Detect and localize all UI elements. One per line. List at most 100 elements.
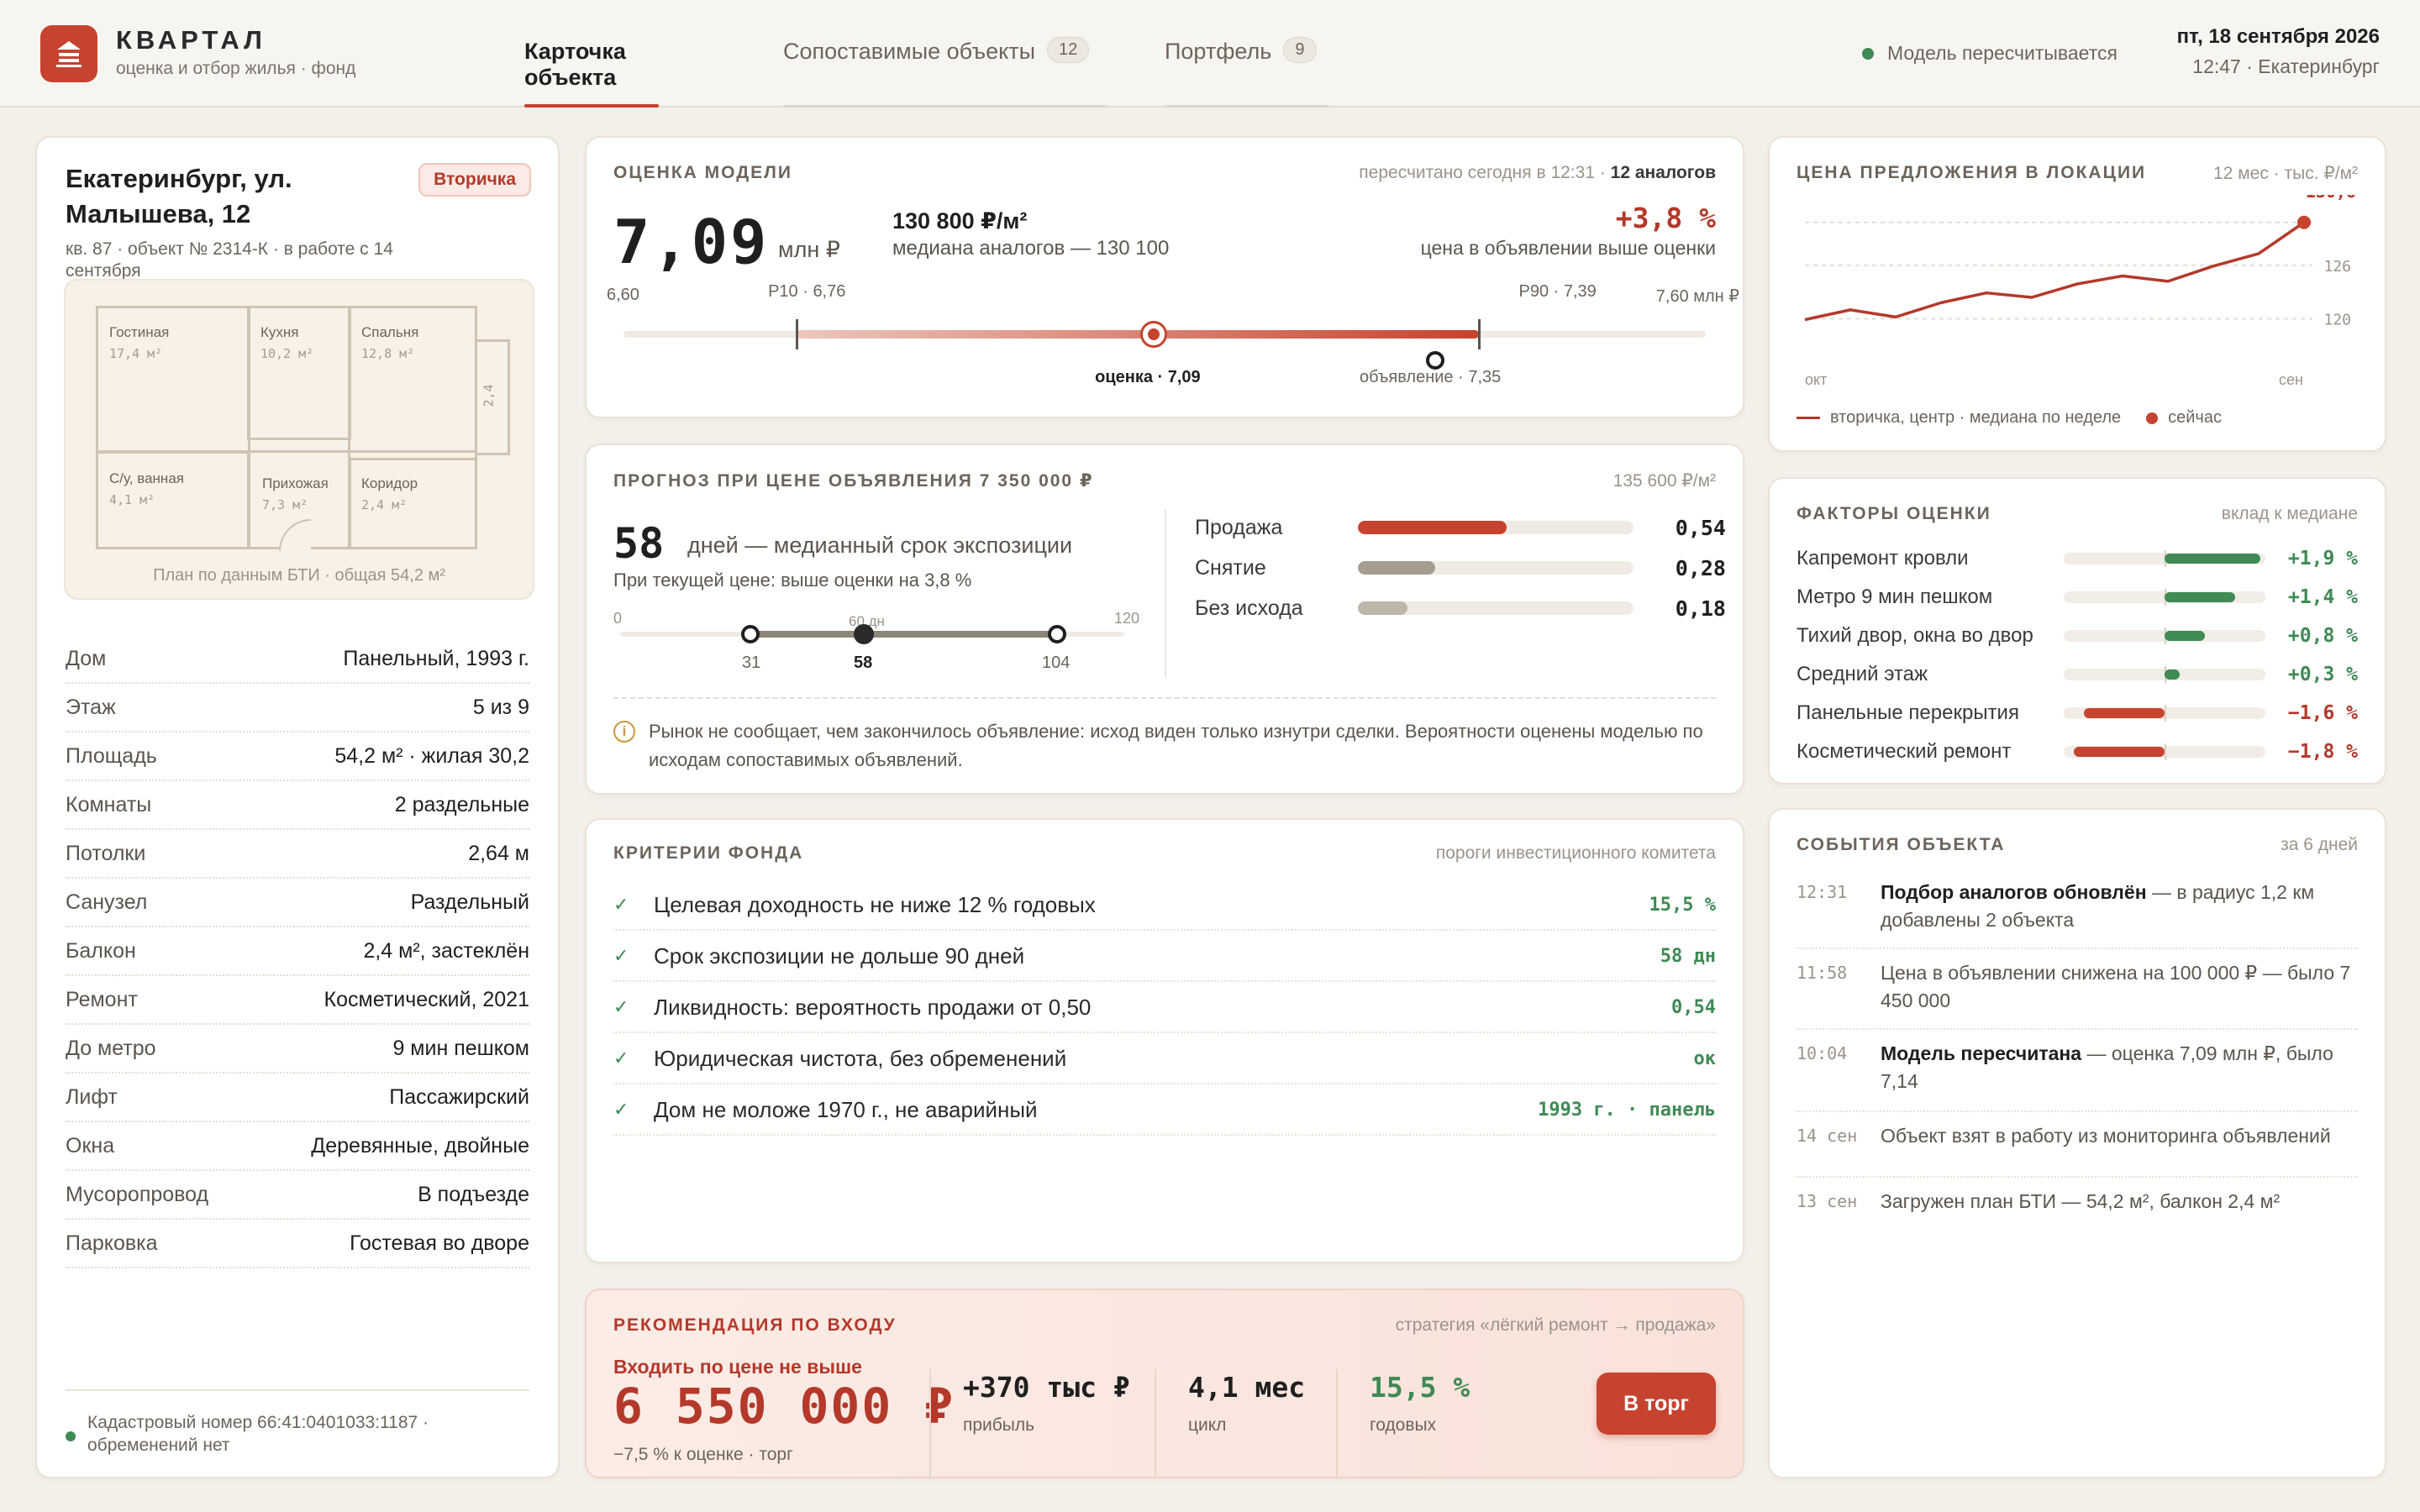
card-meta: 135 600 ₽/м² [1612, 471, 1716, 491]
event-time: 11:58 [1797, 963, 1848, 983]
event-text: Цена в объявлении снижена на 100 000 ₽ —… [1881, 959, 2358, 1028]
property-card: Екатеринбург, ул. Малышева, 12 Вторичка … [35, 136, 560, 1478]
param-key: Мусоропровод [66, 1182, 209, 1206]
factor-track [2064, 666, 2265, 683]
param-row: Окна Деревянные, двойные [66, 1122, 529, 1171]
param-value: 2,4 м², застеклён [363, 938, 529, 963]
param-key: Окна [66, 1133, 115, 1158]
stat-yield: 15,5 % годовых [1336, 1369, 1470, 1477]
probability-row: Снятие 0,28 [1195, 548, 1726, 588]
factor-zero-line [2165, 743, 2166, 760]
param-row: Парковка Гостевая во дворе [66, 1220, 529, 1268]
current-value-point[interactable] [2297, 215, 2311, 229]
plan-caption: План по данным БТИ · общая 54,2 м² [153, 566, 445, 585]
card-title: Факторы оценки [1797, 504, 1991, 523]
status-dot [66, 1431, 76, 1441]
tab-underline [783, 105, 1107, 108]
entry-sub: −7,5 % к оценке · торг [613, 1445, 793, 1464]
legend-line-swatch [1797, 417, 1820, 419]
param-key: Дом [66, 646, 107, 670]
room-area: 2,4 м² [361, 497, 408, 512]
probability-row: Продажа 0,54 [1195, 507, 1726, 548]
criterion-row: ✓ Дом не моложе 1970 г., не аварийный 1993… [613, 1085, 1716, 1136]
factor-bar [2074, 747, 2165, 757]
active-tab-indicator [524, 104, 659, 108]
asking-label: объявление · 7,35 [1360, 368, 1502, 386]
event-time: 14 сен [1797, 1126, 1858, 1146]
probability-label: Продажа [1195, 515, 1283, 539]
probability-label: Без исхода [1195, 596, 1303, 620]
event-text: Подбор аналогов обновлён — в радиус 1,2 … [1881, 879, 2358, 948]
price-line-chart[interactable]: 120 126 130,8 окт сен [1797, 195, 2361, 396]
probability-value: 0,54 [1675, 515, 1726, 540]
valuation-card: Оценка модели пересчитано сегодня в 12:3… [585, 136, 1744, 418]
factor-bar [2165, 631, 2205, 641]
recommendation-card: Рекомендация по входу стратегия «лёгкий … [585, 1289, 1744, 1478]
days-median-marker[interactable] [854, 624, 874, 644]
analog-count: 12 аналогов [1610, 163, 1716, 182]
stat-profit: +370 тыс ₽ прибыль [929, 1369, 1130, 1477]
days-high-label: 104 [1042, 654, 1071, 672]
param-value: 9 мин пешком [392, 1036, 529, 1060]
event-time: 13 сен [1797, 1191, 1858, 1211]
event-item: 10:04 Модель пересчитана — оценка 7,09 мл… [1797, 1040, 2358, 1112]
event-item: 13 сен Загружен план БТИ — 54,2 м², балко… [1797, 1188, 2358, 1238]
asking-marker[interactable] [1426, 351, 1444, 370]
days-interval [750, 631, 1057, 638]
stat-value: 15,5 % [1370, 1371, 1470, 1404]
probability-track [1358, 561, 1634, 575]
cadastre-info: Кадастровый номер 66:41:0401033:1187 · о… [66, 1389, 529, 1457]
axis-max-label: 120 [1113, 610, 1139, 627]
factor-label: Капремонт кровли [1797, 547, 1969, 570]
param-value: В подъезде [418, 1182, 529, 1206]
tab-count-badge: 12 [1047, 37, 1090, 63]
tab-object-card[interactable]: Карточка объекта [524, 39, 659, 108]
probability-bar [1358, 601, 1408, 615]
param-row: Этаж 5 из 9 [66, 684, 529, 732]
factor-row: Метро 9 мин пешком +1,4 % [1797, 578, 2358, 617]
tab-comparables[interactable]: Сопоставимые объекты 12 [783, 37, 1107, 108]
days-low-marker[interactable] [741, 625, 760, 643]
card-title: События объекта [1797, 835, 2006, 854]
y-tick-label: 126 [2323, 258, 2351, 276]
room-area: 17,4 м² [109, 346, 163, 361]
stat-label: годовых [1370, 1415, 1437, 1435]
card-meta: вклад к медиане [2221, 504, 2358, 523]
param-key: Комнаты [66, 792, 152, 816]
room-area: 7,3 м² [262, 497, 308, 512]
tab-label: Сопоставимые объекты [783, 39, 1036, 64]
criterion-value: ок [1693, 1047, 1717, 1069]
app-header: КВАРТАЛ оценка и отбор жилья · фонд Карт… [0, 0, 2420, 108]
wall [348, 457, 351, 549]
factor-track [2064, 589, 2265, 606]
room-name: Гостиная [109, 324, 170, 340]
exposure-days-label: дней — медианный срок экспозиции [687, 533, 1073, 558]
param-row: Ремонт Косметический, 2021 [66, 976, 529, 1025]
room-name: С/у, ванная [109, 470, 184, 486]
meta-prefix: пересчитано сегодня в 12:31 · [1359, 163, 1611, 182]
room-area: 10,2 м² [260, 346, 314, 361]
divider [1165, 509, 1166, 677]
estimate-marker[interactable] [1140, 321, 1168, 348]
wall [247, 454, 250, 549]
param-value: Панельный, 1993 г. [343, 646, 529, 670]
tab-portfolio[interactable]: Портфель 9 [1165, 37, 1329, 108]
param-key: Ремонт [66, 987, 138, 1011]
criterion-row: ✓ Целевая доходность не ниже 12 % годовых… [613, 880, 1716, 931]
floor-plan[interactable]: Гостиная 17,4 м² Кухня 10,2 м² Спальня 1… [64, 279, 534, 600]
criterion-value: 58 дн [1660, 945, 1716, 967]
price-delta-sub: цена в объявлении выше оценки [1420, 237, 1716, 259]
stat-value: 4,1 мес [1188, 1371, 1306, 1404]
card-meta: пересчитано сегодня в 12:31 · 12 аналого… [1359, 163, 1716, 183]
to-bargaining-button[interactable]: В торг [1597, 1373, 1716, 1435]
app-logo[interactable] [40, 25, 97, 82]
property-meta: кв. 87 · объект № 2314-К · в работе с 14… [66, 239, 393, 281]
days-high-marker[interactable] [1048, 625, 1066, 643]
factor-value: +0,3 % [2287, 664, 2358, 685]
p90-tick [1477, 319, 1481, 349]
factor-bar [2165, 592, 2235, 602]
event-text: Модель пересчитана — оценка 7,09 млн ₽, … [1881, 1040, 2358, 1110]
param-value: 54,2 м² · жилая 30,2 [334, 743, 529, 768]
card-title: Прогноз при цене объявления 7 350 000 ₽ [613, 471, 1094, 491]
factor-row: Средний этаж +0,3 % [1797, 655, 2358, 694]
